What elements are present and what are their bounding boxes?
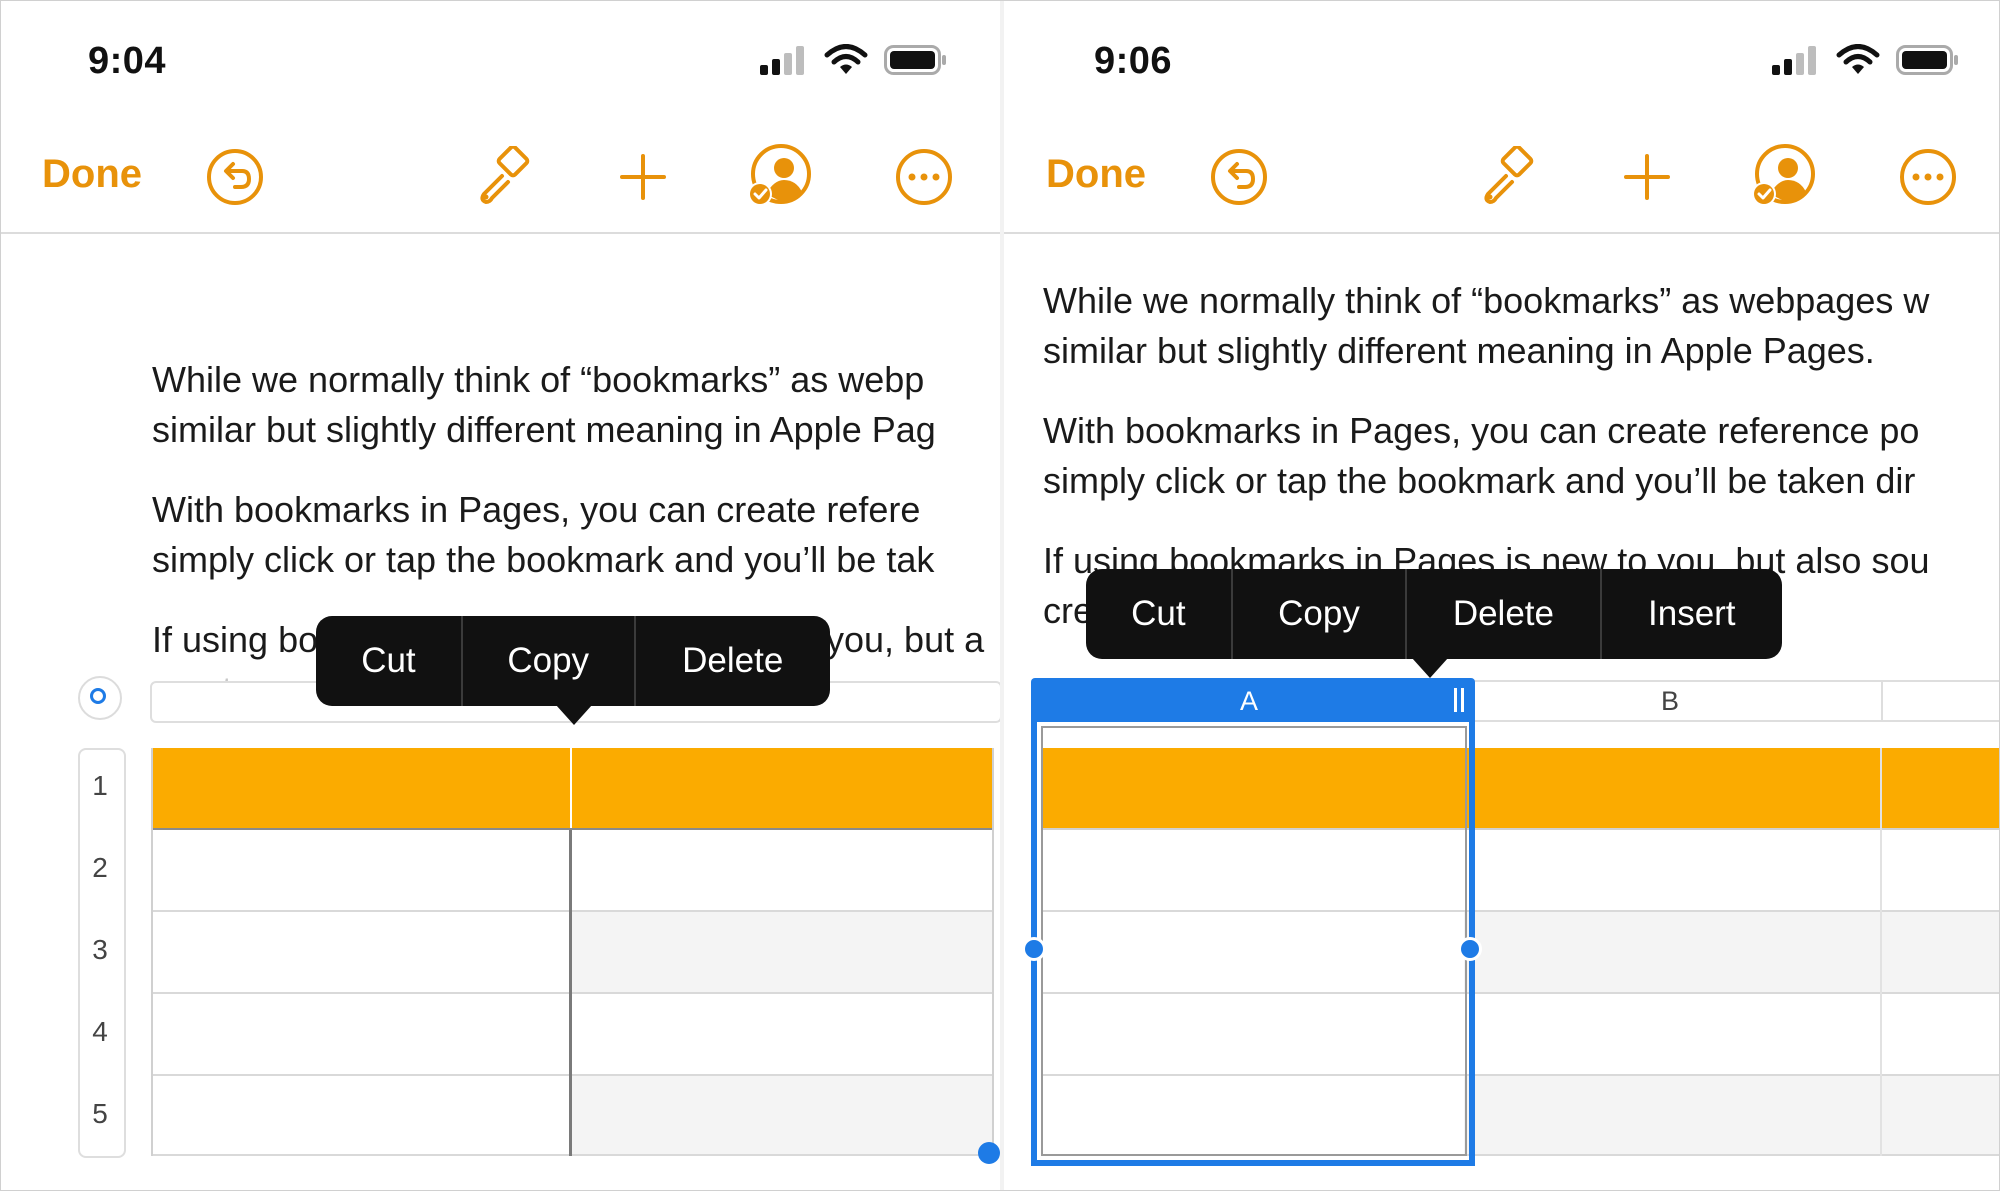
menu-item-delete[interactable]: Delete bbox=[636, 616, 830, 706]
toolbar: Done bbox=[0, 130, 1000, 230]
status-icons bbox=[760, 44, 948, 76]
column-divider bbox=[1881, 682, 1883, 720]
table-grid-line bbox=[151, 748, 153, 1156]
more-icon[interactable] bbox=[891, 144, 957, 210]
table-grid-line bbox=[152, 1074, 994, 1076]
wifi-icon bbox=[824, 44, 868, 76]
undo-icon[interactable] bbox=[202, 144, 268, 210]
paragraph-line: simply click or tap the bookmark and you… bbox=[152, 539, 935, 580]
row-number: 2 bbox=[92, 852, 108, 883]
paragraph-line: If using bo bbox=[152, 619, 319, 660]
context-menu: Cut Copy Delete bbox=[316, 616, 830, 706]
nav-separator bbox=[0, 232, 1000, 234]
battery-icon bbox=[884, 45, 948, 75]
done-button[interactable]: Done bbox=[1046, 152, 1146, 197]
context-menu-arrow bbox=[1412, 658, 1448, 678]
status-time: 9:06 bbox=[1094, 40, 1173, 82]
more-icon[interactable] bbox=[1895, 144, 1961, 210]
table-cell[interactable] bbox=[1464, 1076, 2000, 1154]
table-resize-handle[interactable] bbox=[978, 1142, 1000, 1164]
table-grid-line bbox=[152, 828, 994, 830]
table-grid-line bbox=[152, 992, 994, 994]
menu-item-insert[interactable]: Insert bbox=[1602, 569, 1782, 659]
selection-handle-right[interactable] bbox=[1458, 937, 1482, 961]
table-cell[interactable] bbox=[572, 912, 994, 992]
menu-item-delete[interactable]: Delete bbox=[1407, 569, 1602, 659]
undo-icon[interactable] bbox=[1206, 144, 1272, 210]
context-menu: Cut Copy Delete Insert bbox=[1086, 569, 1782, 659]
paragraph-line: similar but slightly different meaning i… bbox=[152, 409, 936, 450]
menu-item-copy[interactable]: Copy bbox=[1233, 569, 1408, 659]
collaborate-icon[interactable] bbox=[1750, 144, 1816, 210]
table-select-handle-inner bbox=[90, 688, 106, 704]
table-grid-line bbox=[1880, 748, 1882, 1156]
toolbar: Done bbox=[1004, 130, 2000, 230]
nav-separator bbox=[1004, 232, 2000, 234]
table-cell[interactable] bbox=[572, 1076, 994, 1154]
row-number: 3 bbox=[92, 934, 108, 965]
paragraph-line: you, but a bbox=[826, 619, 985, 660]
plus-icon[interactable] bbox=[1614, 144, 1680, 210]
wifi-icon bbox=[1836, 44, 1880, 76]
table-grid-line bbox=[152, 1154, 994, 1156]
status-time: 9:04 bbox=[88, 40, 167, 82]
collaborate-icon[interactable] bbox=[746, 144, 812, 210]
column-letter-a: A bbox=[1240, 686, 1259, 716]
context-menu-arrow bbox=[556, 705, 592, 725]
table-grid-line bbox=[992, 748, 994, 1156]
paragraph-line: While we normally think of “bookmarks” a… bbox=[1043, 280, 1930, 321]
column-letter-b: B bbox=[1661, 686, 1680, 716]
cellular-signal-icon bbox=[1772, 45, 1820, 75]
table-cell[interactable] bbox=[1464, 912, 2000, 992]
paragraph-line: simply click or tap the bookmark and you… bbox=[1043, 460, 1916, 501]
menu-item-cut[interactable]: Cut bbox=[316, 616, 463, 706]
paintbrush-icon[interactable] bbox=[470, 144, 536, 210]
paragraph-line: similar but slightly different meaning i… bbox=[1043, 330, 1875, 371]
column-resize-grip-icon[interactable] bbox=[1454, 688, 1464, 712]
selected-column-inner-border bbox=[1041, 726, 1467, 1156]
menu-item-copy[interactable]: Copy bbox=[463, 616, 636, 706]
menu-item-cut[interactable]: Cut bbox=[1086, 569, 1233, 659]
battery-icon bbox=[1896, 45, 1960, 75]
done-button[interactable]: Done bbox=[42, 152, 142, 197]
plus-icon[interactable] bbox=[610, 144, 676, 210]
row-number: 4 bbox=[92, 1016, 108, 1047]
table-header-row[interactable] bbox=[152, 748, 994, 828]
paragraph-line: While we normally think of “bookmarks” a… bbox=[152, 359, 925, 400]
paintbrush-icon[interactable] bbox=[1474, 144, 1540, 210]
left-screenshot: 9:04 Done While we normally think of “bo… bbox=[0, 0, 1000, 1191]
right-screenshot: 9:06 Done While we normally think of “bo… bbox=[1004, 0, 2000, 1191]
row-number: 1 bbox=[92, 770, 108, 801]
table-grid-line bbox=[569, 830, 572, 1156]
selection-handle-left[interactable] bbox=[1022, 937, 1046, 961]
table-grid-line bbox=[152, 910, 994, 912]
row-number: 5 bbox=[92, 1098, 108, 1129]
paragraph-line: With bookmarks in Pages, you can create … bbox=[1043, 410, 1920, 451]
status-icons bbox=[1772, 44, 1960, 76]
table-grid-line bbox=[570, 748, 572, 828]
cellular-signal-icon bbox=[760, 45, 808, 75]
paragraph-line: With bookmarks in Pages, you can create … bbox=[152, 489, 921, 530]
